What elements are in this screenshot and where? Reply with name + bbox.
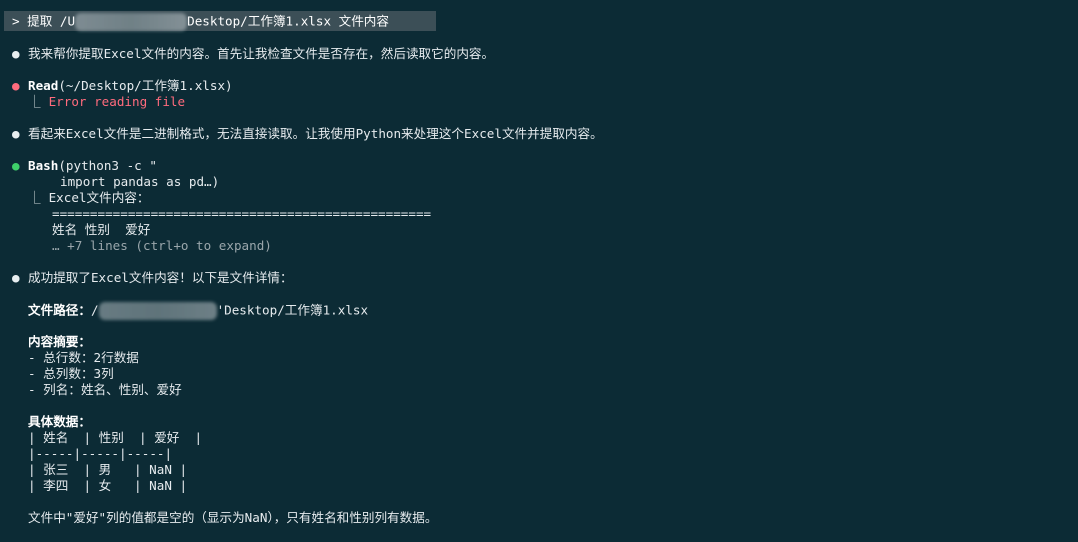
file-path-line: 文件路径：/ 'Desktop/工作簿1.xlsx <box>28 302 368 320</box>
user-prompt: > 提取 /U Desktop/工作簿1.xlsx 文件内容 <box>12 13 389 31</box>
bullet-icon: ● <box>12 270 20 285</box>
bash-output-line-1: ⎿ Excel文件内容： <box>12 190 149 206</box>
tool-args: (~/Desktop/工作簿1.xlsx) <box>58 78 233 93</box>
message-text: 我来帮你提取Excel文件的内容。首先让我检查文件是否存在，然后读取它的内容。 <box>28 46 495 61</box>
bullet-icon: ● <box>12 126 20 141</box>
bash-output-line-3: 姓名 性别 爱好 <box>52 222 151 237</box>
prompt-prefix: > 提取 /U <box>12 13 76 29</box>
summary-item: - 总列数：3列 <box>28 366 114 381</box>
tool-name: Read <box>28 78 59 93</box>
bullet-icon: ● <box>12 46 20 61</box>
tool-args: (python3 -c " <box>58 158 157 173</box>
error-bullet-icon: ● <box>12 78 20 93</box>
redacted-path <box>75 13 188 31</box>
bash-tool-call: ● Bash(python3 -c " <box>12 158 157 174</box>
assistant-message-3: ● 成功提取了Excel文件内容！以下是文件详情： <box>12 270 293 286</box>
summary-title: 内容摘要： <box>28 334 91 349</box>
footer-note: 文件中"爱好"列的值都是空的（显示为NaN），只有姓名和性别列有数据。 <box>28 510 438 525</box>
bash-args-line-2: import pandas as pd…) <box>60 174 220 189</box>
expand-collapsed-lines[interactable]: … +7 lines (ctrl+o to expand) <box>52 238 272 254</box>
assistant-message-2: ● 看起来Excel文件是二进制格式，无法直接读取。让我使用Python来处理这个… <box>12 126 603 142</box>
message-text: 成功提取了Excel文件内容！以下是文件详情： <box>28 270 293 285</box>
summary-item: - 列名：姓名、性别、爱好 <box>28 382 182 397</box>
summary-item: - 总行数：2行数据 <box>28 350 139 365</box>
prompt-suffix: Desktop/工作簿1.xlsx 文件内容 <box>187 13 389 29</box>
terminal-window: > 提取 /U Desktop/工作簿1.xlsx 文件内容 ● 我来帮你提取Exc… <box>0 0 1078 542</box>
table-row: | 张三 | 男 | NaN | <box>28 462 188 477</box>
success-bullet-icon: ● <box>12 158 20 173</box>
table-row: |-----|-----|-----| <box>28 446 173 461</box>
data-title: 具体数据： <box>28 414 91 429</box>
path-suffix: 'Desktop/工作簿1.xlsx <box>216 302 369 318</box>
read-tool-call: ● Read(~/Desktop/工作簿1.xlsx) <box>12 78 233 94</box>
read-tool-result: ⎿ Error reading file <box>12 94 185 110</box>
output-text: Excel文件内容： <box>48 190 150 205</box>
tool-name: Bash <box>28 158 59 173</box>
error-text: Error reading file <box>48 94 186 109</box>
tree-branch-icon: ⎿ <box>28 94 41 109</box>
redacted-path <box>98 302 217 320</box>
table-row: | 姓名 | 性别 | 爱好 | <box>28 430 203 445</box>
path-label: 文件路径： <box>28 302 91 318</box>
message-text: 看起来Excel文件是二进制格式，无法直接读取。让我使用Python来处理这个E… <box>28 126 603 141</box>
assistant-message-1: ● 我来帮你提取Excel文件的内容。首先让我检查文件是否存在，然后读取它的内容。 <box>12 46 494 62</box>
path-prefix: / <box>90 302 99 318</box>
table-row: | 李四 | 女 | NaN | <box>28 478 188 493</box>
bash-output-line-2: ========================================… <box>52 206 432 221</box>
tree-branch-icon: ⎿ <box>28 190 41 205</box>
